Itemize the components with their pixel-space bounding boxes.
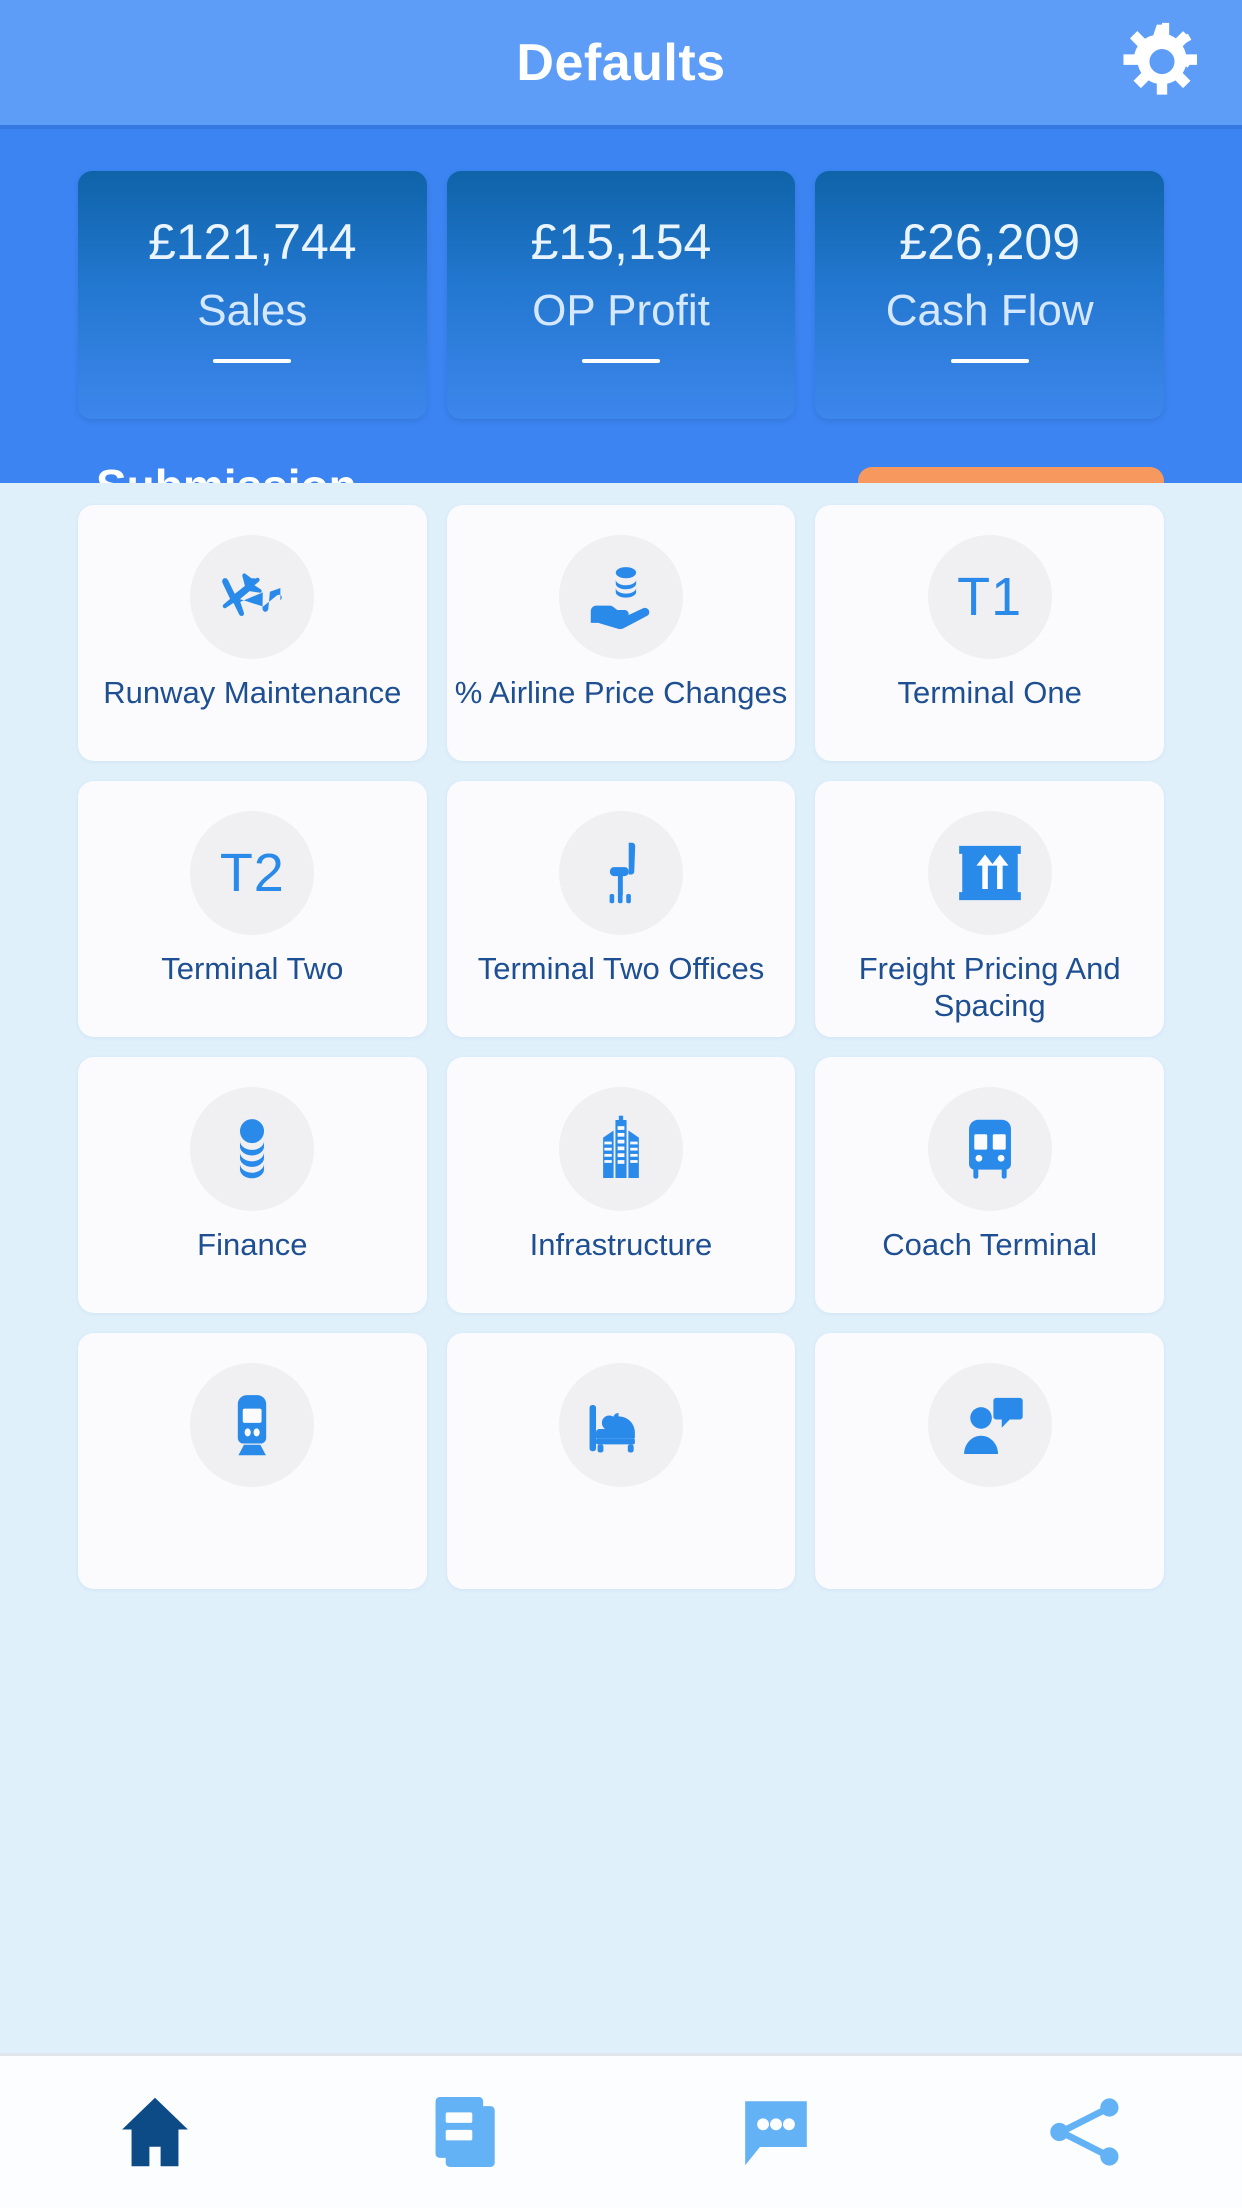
stat-card-cash-flow[interactable]: £26,209 Cash Flow: [815, 171, 1165, 419]
tile-label: Terminal One: [897, 675, 1082, 710]
news-icon: [424, 2090, 508, 2174]
train-icon: [190, 1363, 315, 1487]
tile-label: Freight Pricing And Spacing: [858, 951, 1121, 1023]
freight-arrows-icon: [927, 811, 1052, 935]
tile-bed[interactable]: [446, 1333, 796, 1589]
terminal-two-badge-icon: T2: [190, 811, 315, 935]
tile-airline-price-changes[interactable]: % Airline Price Changes: [446, 505, 796, 761]
airplane-icon: [190, 535, 315, 659]
tile-runway-maintenance[interactable]: Runway Maintenance: [78, 505, 427, 761]
tile-person-chat[interactable]: [815, 1333, 1164, 1589]
app-root: Defaults £121,744 Sales £15,154 OP Profi…: [0, 0, 1242, 2208]
stat-label: Cash Flow: [885, 286, 1094, 335]
tile-infrastructure[interactable]: Infrastructure: [446, 1057, 796, 1313]
share-icon: [1045, 2090, 1129, 2174]
nav-item-chat[interactable]: [621, 2056, 932, 2208]
tile-freight-pricing-and-spacing[interactable]: Freight Pricing And Spacing: [815, 781, 1164, 1037]
tile-label: Coach Terminal: [882, 1227, 1098, 1262]
tile-train[interactable]: [78, 1333, 427, 1589]
tile-terminal-one[interactable]: T1 Terminal One: [815, 505, 1164, 761]
nav-item-home[interactable]: [0, 2056, 311, 2208]
tile-badge-text: T2: [219, 843, 285, 903]
bottom-navigation: [0, 2053, 1242, 2208]
stat-underline: [213, 359, 292, 363]
hand-coins-icon: [558, 535, 683, 659]
coin-stack-icon: [190, 1087, 315, 1211]
tile-label: Runway Maintenance: [103, 675, 402, 710]
tile-label: Infrastructure: [529, 1227, 713, 1262]
buildings-icon: [558, 1087, 683, 1211]
nav-item-news[interactable]: [311, 2056, 622, 2208]
tile-label: Terminal Two Offices: [477, 951, 765, 986]
tile-label: Finance: [197, 1227, 308, 1262]
stats-row: £121,744 Sales £15,154 OP Profit £26,209…: [0, 129, 1242, 419]
gear-icon: [1119, 20, 1205, 106]
tile-grid-scroll[interactable]: Runway Maintenance % Airline Price Chang…: [0, 483, 1242, 2208]
home-icon: [113, 2090, 197, 2174]
stat-label: Sales: [197, 286, 308, 335]
terminal-one-badge-icon: T1: [927, 535, 1052, 659]
nav-item-share[interactable]: [932, 2056, 1242, 2208]
tile-badge-text: T1: [957, 567, 1023, 627]
person-chat-icon: [927, 1363, 1052, 1487]
stat-value: £15,154: [530, 214, 712, 270]
stat-label: OP Profit: [532, 286, 710, 335]
stat-value: £121,744: [148, 214, 357, 270]
office-chair-icon: [558, 811, 683, 935]
tile-grid: Runway Maintenance % Airline Price Chang…: [78, 505, 1164, 1589]
stat-underline: [950, 359, 1029, 363]
stat-underline: [582, 359, 660, 363]
tile-label: Terminal Two: [161, 951, 344, 986]
stat-card-op-profit[interactable]: £15,154 OP Profit: [446, 171, 796, 419]
stat-card-sales[interactable]: £121,744 Sales: [78, 171, 427, 419]
bus-icon: [927, 1087, 1052, 1211]
tile-coach-terminal[interactable]: Coach Terminal: [815, 1057, 1164, 1313]
hero-section: £121,744 Sales £15,154 OP Profit £26,209…: [0, 129, 1242, 566]
app-header: Defaults: [0, 0, 1242, 125]
tile-finance[interactable]: Finance: [78, 1057, 427, 1313]
settings-button[interactable]: [1114, 15, 1210, 111]
tile-terminal-two-offices[interactable]: Terminal Two Offices: [446, 781, 796, 1037]
stat-value: £26,209: [899, 214, 1081, 270]
tile-terminal-two[interactable]: T2 Terminal Two: [78, 781, 427, 1037]
page-title: Defaults: [516, 33, 726, 92]
bed-icon: [558, 1363, 683, 1487]
chat-icon: [734, 2090, 818, 2174]
tile-label: % Airline Price Changes: [454, 675, 788, 710]
